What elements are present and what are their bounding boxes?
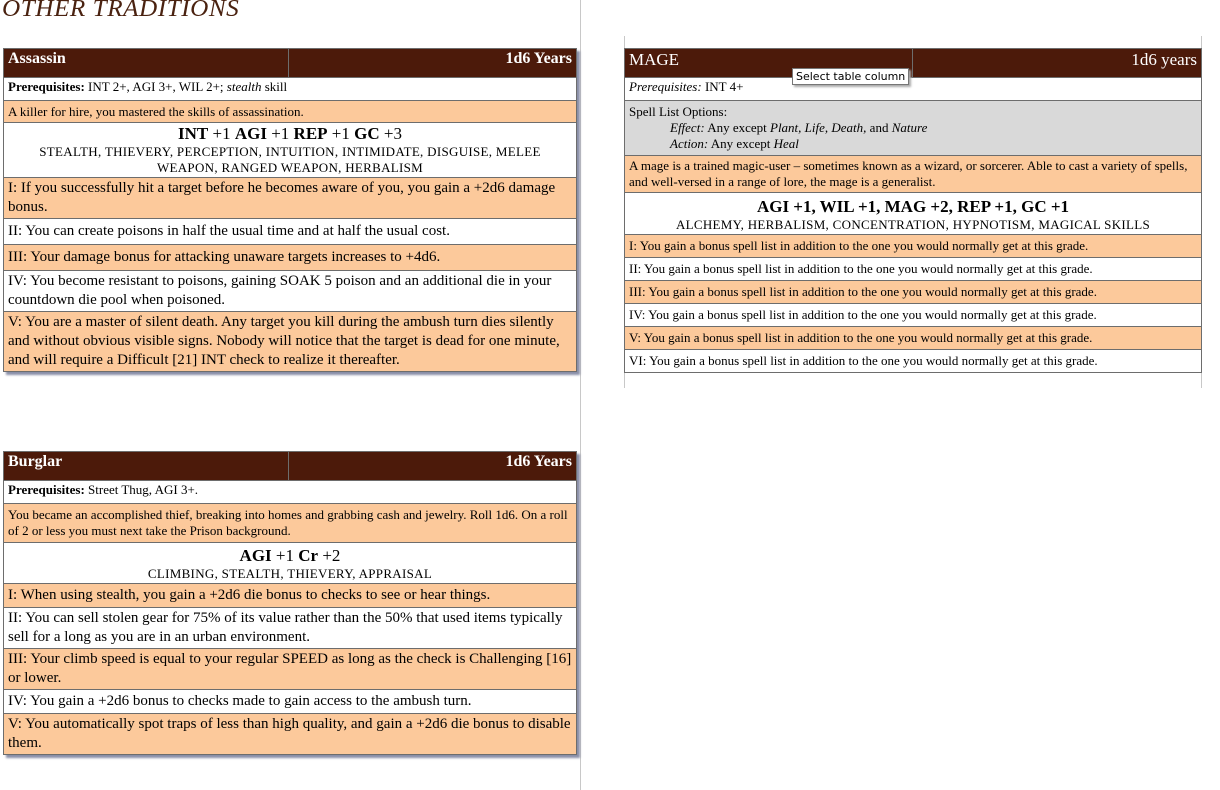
description-row[interactable]: A killer for hire, you mastered the skil… xyxy=(3,100,577,123)
mage-table[interactable]: MAGE 1d6 years Prerequisites: INT 4+ Spe… xyxy=(624,48,1202,373)
description-cell[interactable]: A killer for hire, you mastered the skil… xyxy=(3,100,577,123)
prereq-text: INT 4+ xyxy=(701,79,744,94)
grade-row-6[interactable]: VI: You gain a bonus spell list in addit… xyxy=(624,349,1202,373)
grade-text[interactable]: II: You can sell stolen gear for 75% of … xyxy=(3,607,577,649)
tradition-name[interactable]: Assassin xyxy=(3,48,289,78)
grade-text[interactable]: IV: You gain a +2d6 bonus to checks made… xyxy=(3,689,577,714)
tradition-name[interactable]: Burglar xyxy=(3,451,289,481)
grade-text[interactable]: I: You gain a bonus spell list in additi… xyxy=(624,234,1202,258)
grade-row-5[interactable]: V: You are a master of silent death. Any… xyxy=(3,311,577,372)
grade-text[interactable]: V: You gain a bonus spell list in additi… xyxy=(624,326,1202,350)
select-column-tooltip: Select table column xyxy=(792,68,910,85)
spell-options-cell[interactable]: Spell List Options: Effect: Any except P… xyxy=(624,100,1202,156)
stats-row[interactable]: AGI +1 Cr +2 CLIMBING, STEALTH, THIEVERY… xyxy=(3,542,577,584)
table-header-row[interactable]: Burglar 1d6 Years xyxy=(3,451,577,481)
description-row[interactable]: You became an accomplished thief, breaki… xyxy=(3,503,577,543)
prereq-italic: stealth xyxy=(226,79,262,94)
spell-options-label: Spell List Options: xyxy=(629,104,728,119)
stats-row[interactable]: AGI +1, WIL +1, MAG +2, REP +1, GC +1 AL… xyxy=(624,192,1202,235)
grade-text[interactable]: III: Your climb speed is equal to your r… xyxy=(3,648,577,690)
grade-row-2[interactable]: II: You can create poisons in half the u… xyxy=(3,218,577,245)
grade-text[interactable]: V: You automatically spot traps of less … xyxy=(3,713,577,755)
skill-list: ALCHEMY, HERBALISM, CONCENTRATION, HYPNO… xyxy=(675,217,1151,232)
grade-row-5[interactable]: V: You automatically spot traps of less … xyxy=(3,713,577,755)
grade-row-3[interactable]: III: You gain a bonus spell list in addi… xyxy=(624,280,1202,304)
prerequisites-cell[interactable]: Prerequisites: INT 2+, AGI 3+, WIL 2+; s… xyxy=(3,77,577,101)
grade-text[interactable]: IV: You gain a bonus spell list in addit… xyxy=(624,303,1202,327)
grade-text[interactable]: I: When using stealth, you gain a +2d6 d… xyxy=(3,583,577,608)
description-row[interactable]: A mage is a trained magic-user – sometim… xyxy=(624,155,1202,193)
stats-cell[interactable]: AGI +1 Cr +2 CLIMBING, STEALTH, THIEVERY… xyxy=(3,542,577,584)
action-line: Action: Any except Heal xyxy=(670,136,799,151)
stat-bonuses: AGI +1, WIL +1, MAG +2, REP +1, GC +1 xyxy=(756,197,1070,216)
spell-options-row[interactable]: Spell List Options: Effect: Any except P… xyxy=(624,100,1202,156)
prerequisites-cell[interactable]: Prerequisites: Street Thug, AGI 3+. xyxy=(3,480,577,504)
grade-text[interactable]: IV: You become resistant to poisons, gai… xyxy=(3,270,577,312)
skill-list: CLIMBING, STEALTH, THIEVERY, APPRAISAL xyxy=(147,566,433,581)
grade-row-4[interactable]: IV: You become resistant to poisons, gai… xyxy=(3,270,577,312)
grade-row-3[interactable]: III: Your damage bonus for attacking una… xyxy=(3,244,577,271)
table-header-row[interactable]: MAGE 1d6 years xyxy=(624,48,1202,78)
grade-row-1[interactable]: I: When using stealth, you gain a +2d6 d… xyxy=(3,583,577,608)
prereq-text: INT 2+, AGI 3+, WIL 2+; xyxy=(84,79,227,94)
prereq-text: Street Thug, AGI 3+. xyxy=(84,482,199,497)
prereq-tail: skill xyxy=(261,79,288,94)
grade-row-2[interactable]: II: You gain a bonus spell list in addit… xyxy=(624,257,1202,281)
grade-row-1[interactable]: I: You gain a bonus spell list in additi… xyxy=(624,234,1202,258)
grade-row-3[interactable]: III: Your climb speed is equal to your r… xyxy=(3,648,577,690)
skill-list: STEALTH, THIEVERY, PERCEPTION, INTUITION… xyxy=(39,144,541,175)
grade-text[interactable]: III: Your damage bonus for attacking una… xyxy=(3,244,577,271)
page-edge xyxy=(580,0,581,790)
description-cell[interactable]: You became an accomplished thief, breaki… xyxy=(3,503,577,543)
grade-row-1[interactable]: I: If you successfully hit a target befo… xyxy=(3,177,577,219)
tradition-years[interactable]: 1d6 Years xyxy=(288,48,577,78)
grade-text[interactable]: II: You can create poisons in half the u… xyxy=(3,218,577,245)
section-heading: Other Traditions xyxy=(2,0,240,22)
assassin-table[interactable]: Assassin 1d6 Years Prerequisites: INT 2+… xyxy=(3,48,577,372)
prerequisites-cell[interactable]: Prerequisites: INT 4+ xyxy=(624,77,1202,101)
grade-text[interactable]: VI: You gain a bonus spell list in addit… xyxy=(624,349,1202,373)
grade-text[interactable]: I: If you successfully hit a target befo… xyxy=(3,177,577,219)
grade-text[interactable]: II: You gain a bonus spell list in addit… xyxy=(624,257,1202,281)
stats-cell[interactable]: INT +1 AGI +1 REP +1 GC +3 STEALTH, THIE… xyxy=(3,122,577,178)
tradition-years[interactable]: 1d6 Years xyxy=(288,451,577,481)
prereq-label: Prerequisites: xyxy=(8,482,85,497)
effect-line: Effect: Any except Plant, Life, Death, a… xyxy=(670,120,928,135)
prereq-label: Prerequisites: xyxy=(8,79,85,94)
grade-row-5[interactable]: V: You gain a bonus spell list in additi… xyxy=(624,326,1202,350)
prerequisites-row[interactable]: Prerequisites: INT 2+, AGI 3+, WIL 2+; s… xyxy=(3,77,577,101)
stats-row[interactable]: INT +1 AGI +1 REP +1 GC +3 STEALTH, THIE… xyxy=(3,122,577,178)
grade-row-4[interactable]: IV: You gain a bonus spell list in addit… xyxy=(624,303,1202,327)
grade-text[interactable]: III: You gain a bonus spell list in addi… xyxy=(624,280,1202,304)
prereq-label: Prerequisites: xyxy=(629,79,702,94)
prerequisites-row[interactable]: Prerequisites: Street Thug, AGI 3+. xyxy=(3,480,577,504)
grade-row-4[interactable]: IV: You gain a +2d6 bonus to checks made… xyxy=(3,689,577,714)
description-cell[interactable]: A mage is a trained magic-user – sometim… xyxy=(624,155,1202,193)
stat-bonuses: AGI +1 Cr +2 xyxy=(239,546,341,565)
prerequisites-row[interactable]: Prerequisites: INT 4+ xyxy=(624,77,1202,101)
tradition-years[interactable]: 1d6 years xyxy=(912,48,1202,78)
stat-bonuses: INT +1 AGI +1 REP +1 GC +3 xyxy=(178,124,402,143)
grade-text[interactable]: V: You are a master of silent death. Any… xyxy=(3,311,577,372)
burglar-table[interactable]: Burglar 1d6 Years Prerequisites: Street … xyxy=(3,451,577,755)
stats-cell[interactable]: AGI +1, WIL +1, MAG +2, REP +1, GC +1 AL… xyxy=(624,192,1202,235)
table-header-row[interactable]: Assassin 1d6 Years xyxy=(3,48,577,78)
grade-row-2[interactable]: II: You can sell stolen gear for 75% of … xyxy=(3,607,577,649)
